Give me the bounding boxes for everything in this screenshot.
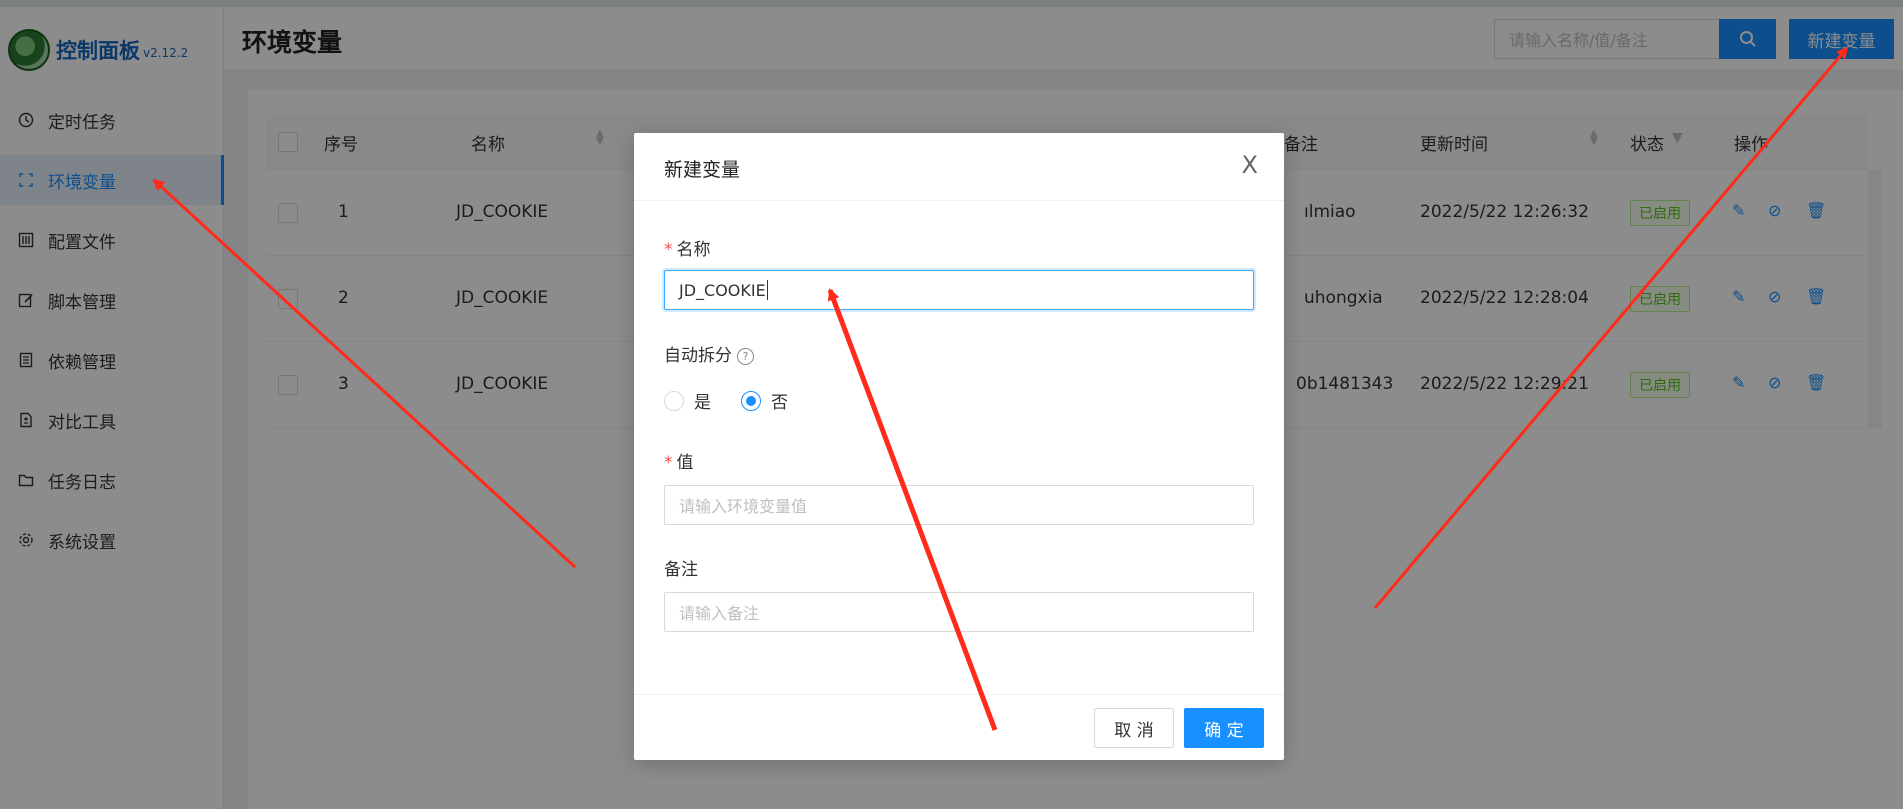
radio-no-label[interactable]: 否 bbox=[771, 388, 788, 413]
value-label: * 值 bbox=[664, 453, 694, 473]
split-radio-group: 是 否 bbox=[664, 388, 788, 413]
name-input[interactable]: JD_COOKIE bbox=[664, 270, 1254, 310]
remark-label: 备注 bbox=[664, 560, 698, 580]
new-variable-modal: 新建变量 X * 名称 JD_COOKIE 自动拆分? 是 否 * 值 请输入环境变… bbox=[634, 133, 1284, 760]
name-input-value: JD_COOKIE bbox=[679, 280, 766, 300]
radio-no[interactable] bbox=[741, 390, 761, 411]
value-input[interactable]: 请输入环境变量值 bbox=[664, 485, 1254, 525]
radio-yes-label[interactable]: 是 bbox=[694, 388, 711, 413]
modal-title: 新建变量 bbox=[664, 159, 741, 181]
value-placeholder: 请输入环境变量值 bbox=[679, 497, 808, 516]
value-label-text: 值 bbox=[676, 453, 694, 473]
split-label-text: 自动拆分 bbox=[664, 346, 732, 366]
help-icon[interactable]: ? bbox=[737, 347, 754, 365]
cancel-button[interactable]: 取 消 bbox=[1094, 708, 1174, 748]
modal-footer: 取 消 确 定 bbox=[634, 694, 1284, 760]
split-label: 自动拆分? bbox=[664, 341, 754, 366]
remark-placeholder: 请输入备注 bbox=[679, 604, 760, 623]
remark-input[interactable]: 请输入备注 bbox=[664, 592, 1254, 632]
confirm-button[interactable]: 确 定 bbox=[1184, 708, 1264, 748]
close-icon[interactable]: X bbox=[1242, 151, 1258, 179]
name-label-text: 名称 bbox=[676, 240, 711, 260]
modal-header: 新建变量 X bbox=[634, 133, 1284, 201]
name-label: * 名称 bbox=[664, 240, 711, 260]
radio-yes[interactable] bbox=[664, 390, 684, 411]
